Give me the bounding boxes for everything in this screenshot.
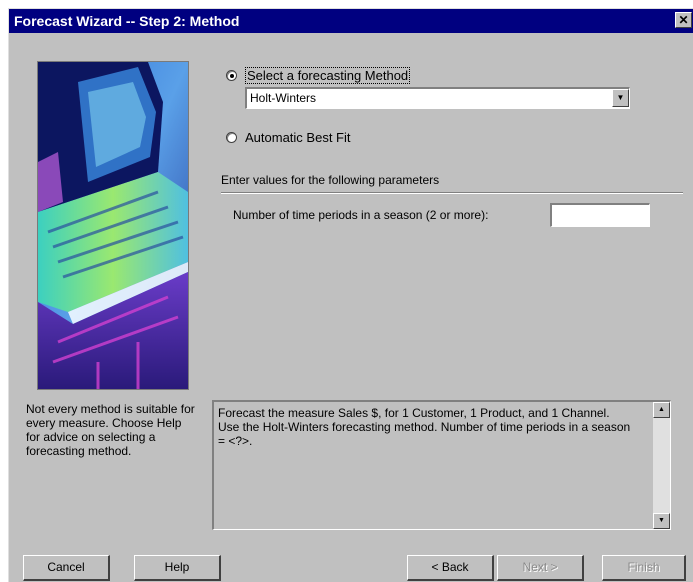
finish-button[interactable]: Finish xyxy=(602,555,686,581)
window-title: Forecast Wizard -- Step 2: Method xyxy=(14,13,240,29)
season-length-label: Number of time periods in a season (2 or… xyxy=(233,208,489,222)
help-button[interactable]: Help xyxy=(134,555,221,581)
computer-illustration-icon xyxy=(38,62,188,389)
select-method-radio[interactable] xyxy=(226,70,237,81)
auto-best-fit-radio-row[interactable]: Automatic Best Fit xyxy=(226,130,350,145)
back-button[interactable]: < Back xyxy=(407,555,494,581)
description-text: Forecast the measure Sales $, for 1 Cust… xyxy=(218,406,631,448)
title-bar: Forecast Wizard -- Step 2: Method ✕ xyxy=(9,9,693,33)
help-note: Not every method is suitable for every m… xyxy=(26,402,195,458)
close-icon: ✕ xyxy=(678,13,689,27)
auto-best-fit-radio[interactable] xyxy=(226,132,237,143)
season-length-input[interactable] xyxy=(550,203,650,227)
description-scrollbar[interactable]: ▲ ▼ xyxy=(653,402,670,529)
next-button[interactable]: Next > xyxy=(497,555,584,581)
forecast-wizard-dialog: Forecast Wizard -- Step 2: Method ✕ Sele… xyxy=(8,8,693,582)
cancel-button[interactable]: Cancel xyxy=(23,555,110,581)
chevron-down-icon[interactable]: ▼ xyxy=(612,89,629,107)
select-method-label: Select a forecasting Method xyxy=(245,67,411,84)
close-button[interactable]: ✕ xyxy=(675,12,692,28)
description-box: Forecast the measure Sales $, for 1 Cust… xyxy=(212,400,671,530)
wizard-illustration xyxy=(37,61,189,390)
method-select-value: Holt-Winters xyxy=(250,91,317,105)
method-select[interactable]: Holt-Winters ▼ xyxy=(245,87,630,109)
scroll-down-icon[interactable]: ▼ xyxy=(653,513,670,529)
select-method-radio-row[interactable]: Select a forecasting Method xyxy=(226,67,411,84)
scroll-up-icon[interactable]: ▲ xyxy=(653,402,670,418)
parameters-section-label: Enter values for the following parameter… xyxy=(221,173,440,187)
auto-best-fit-label: Automatic Best Fit xyxy=(245,130,351,145)
section-divider xyxy=(221,192,683,194)
